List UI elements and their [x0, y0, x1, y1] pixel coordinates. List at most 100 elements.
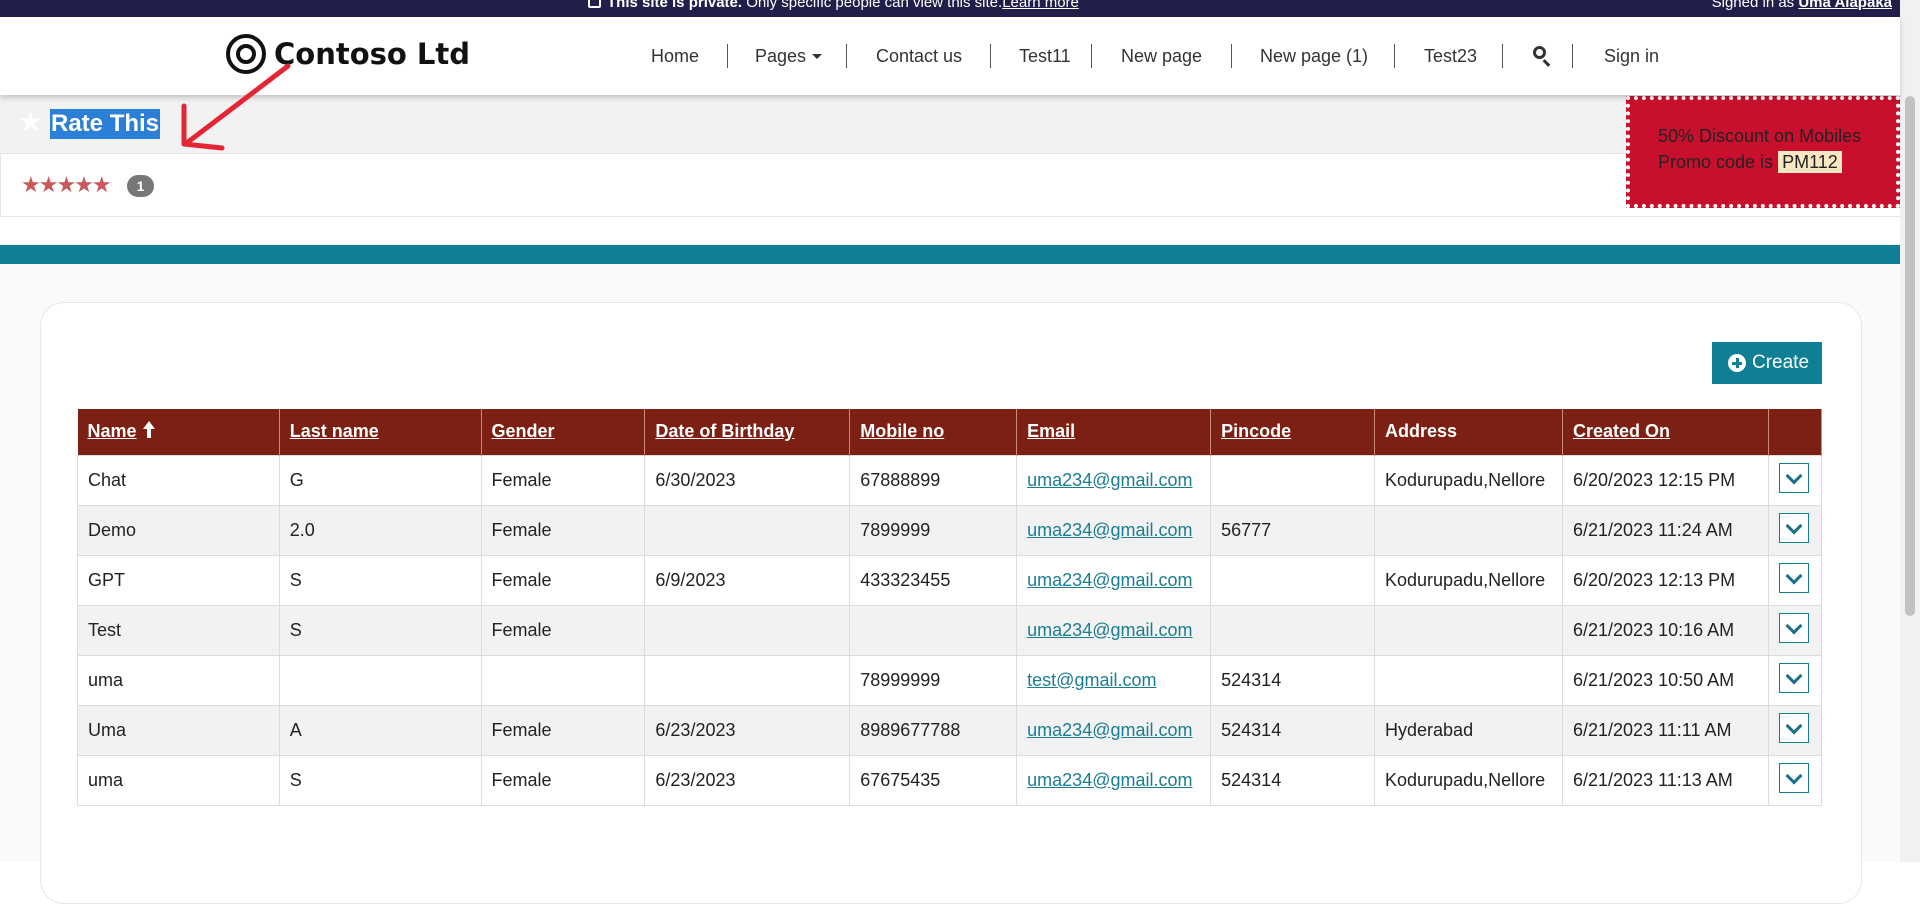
cell-name: uma: [77, 754, 280, 806]
cell-created-on: 6/21/2023 10:16 AM: [1562, 604, 1769, 656]
chevron-down-icon: [1785, 767, 1803, 784]
email-link[interactable]: uma234@gmail.com: [1027, 720, 1192, 740]
cell-pincode: 524314: [1210, 654, 1376, 706]
cell-actions: [1767, 454, 1823, 506]
promo-headline: 50% Discount on Mobiles: [1658, 126, 1862, 146]
signed-in-label: Signed in as: [1711, 0, 1799, 11]
cell-name: Chat: [77, 454, 280, 506]
row-actions-dropdown[interactable]: [1778, 462, 1809, 493]
column-header-created-on[interactable]: Created On: [1562, 409, 1769, 455]
cell-pincode: [1210, 604, 1376, 656]
nav-sign-in[interactable]: Sign in: [1604, 41, 1659, 71]
row-actions-dropdown[interactable]: [1778, 712, 1809, 743]
cell-last-name: S: [278, 554, 482, 606]
cell-date-of-birthday: 6/23/2023: [644, 754, 851, 806]
column-header-address: Address: [1374, 409, 1563, 455]
nav-pages[interactable]: Pages: [755, 41, 823, 71]
row-actions-dropdown[interactable]: [1778, 762, 1809, 793]
column-header-label: Email: [1027, 421, 1076, 442]
cell-address: Hyderabad: [1374, 704, 1563, 756]
email-link[interactable]: uma234@gmail.com: [1027, 770, 1192, 790]
nav-test11[interactable]: Test11: [1019, 41, 1071, 71]
email-link[interactable]: test@gmail.com: [1027, 670, 1156, 690]
table-row: uma S Female 6/23/2023 67675435 uma234@g…: [77, 754, 1823, 806]
cell-actions: [1767, 604, 1823, 656]
nav-pages-label: Pages: [755, 46, 807, 66]
chevron-down-icon: [1785, 717, 1803, 734]
row-actions-dropdown[interactable]: [1778, 662, 1809, 693]
cell-pincode: [1210, 554, 1376, 606]
cell-created-on: 6/21/2023 11:13 AM: [1562, 754, 1769, 806]
cell-mobile-no: 8989677788: [849, 704, 1018, 756]
column-header-pincode[interactable]: Pincode: [1210, 409, 1376, 455]
nav-test23[interactable]: Test23: [1424, 41, 1477, 71]
cell-gender: Female: [480, 704, 646, 756]
create-button-label: Create: [1752, 352, 1810, 373]
cell-gender: Female: [480, 454, 646, 506]
row-actions-dropdown[interactable]: [1778, 512, 1809, 543]
nav-separator: [727, 44, 728, 68]
column-header-label: Name: [87, 421, 137, 442]
cell-address: [1374, 654, 1563, 706]
column-header-mobile-no[interactable]: Mobile no: [849, 409, 1018, 455]
cell-last-name: A: [278, 704, 482, 756]
cell-actions: [1767, 504, 1823, 556]
scrollbar-thumb[interactable]: [1905, 96, 1915, 616]
search-icon[interactable]: [1533, 46, 1546, 59]
email-link[interactable]: uma234@gmail.com: [1027, 520, 1192, 540]
user-name-link[interactable]: Uma Alapaka: [1798, 0, 1892, 11]
privacy-text: Only specific people can view this site.: [742, 0, 1003, 11]
column-header-name[interactable]: Name: [77, 409, 280, 455]
row-actions-dropdown[interactable]: [1778, 612, 1809, 643]
cell-last-name: [278, 654, 482, 706]
email-link[interactable]: uma234@gmail.com: [1027, 570, 1192, 590]
cell-gender: Female: [480, 604, 646, 656]
nav-separator: [1394, 44, 1395, 68]
chevron-down-icon: [1785, 567, 1803, 584]
column-header-gender[interactable]: Gender: [481, 409, 646, 455]
email-link[interactable]: uma234@gmail.com: [1027, 470, 1192, 490]
rating-stars[interactable]: ★★★★★: [21, 172, 112, 198]
column-header-email[interactable]: Email: [1016, 409, 1212, 455]
column-header-actions: [1768, 409, 1823, 455]
cell-mobile-no: 67675435: [849, 754, 1018, 806]
sort-ascending-icon: [142, 421, 155, 439]
cell-address: [1374, 504, 1563, 556]
create-button[interactable]: Create: [1712, 342, 1822, 384]
column-header-date-of-birthday[interactable]: Date of Birthday: [644, 409, 851, 455]
cell-name: Uma: [77, 704, 280, 756]
cell-email: uma234@gmail.com: [1016, 504, 1212, 556]
cell-pincode: 524314: [1210, 704, 1376, 756]
nav-new-page[interactable]: New page: [1121, 41, 1202, 71]
email-link[interactable]: uma234@gmail.com: [1027, 620, 1192, 640]
cell-name: Test: [77, 604, 280, 656]
column-header-label: Last name: [289, 421, 379, 442]
nav-separator: [990, 44, 991, 68]
cell-last-name: G: [278, 454, 482, 506]
row-actions-dropdown[interactable]: [1778, 562, 1809, 593]
cell-gender: [480, 654, 646, 706]
table-row: uma 78999999 test@gmail.com 524314 6/21/…: [77, 654, 1823, 706]
cell-address: Kodurupadu,Nellore: [1374, 554, 1563, 606]
cell-mobile-no: 7899999: [849, 504, 1018, 556]
column-header-last-name[interactable]: Last name: [279, 409, 482, 455]
column-header-label: Address: [1385, 421, 1458, 442]
table-row: Test S Female uma234@gmail.com 6/21/2023…: [77, 604, 1823, 656]
nav-new-page-1[interactable]: New page (1): [1260, 41, 1368, 71]
cell-address: Kodurupadu,Nellore: [1374, 754, 1563, 806]
cell-address: [1374, 604, 1563, 656]
plus-circle-icon: [1728, 354, 1746, 372]
cell-pincode: 56777: [1210, 504, 1376, 556]
cell-email: test@gmail.com: [1016, 654, 1212, 706]
column-header-label: Created On: [1573, 421, 1671, 442]
nav-separator: [1502, 44, 1503, 68]
learn-more-link[interactable]: Learn more: [1002, 0, 1079, 11]
table-row: Demo 2.0 Female 7899999 uma234@gmail.com…: [77, 504, 1823, 556]
page-scrollbar[interactable]: [1900, 0, 1920, 862]
cell-pincode: 524314: [1210, 754, 1376, 806]
cell-last-name: 2.0: [278, 504, 482, 556]
nav-home[interactable]: Home: [651, 41, 699, 71]
privacy-title: This site is private.: [607, 0, 743, 11]
nav-contact-us[interactable]: Contact us: [876, 41, 962, 71]
caret-down-icon: [812, 54, 823, 59]
